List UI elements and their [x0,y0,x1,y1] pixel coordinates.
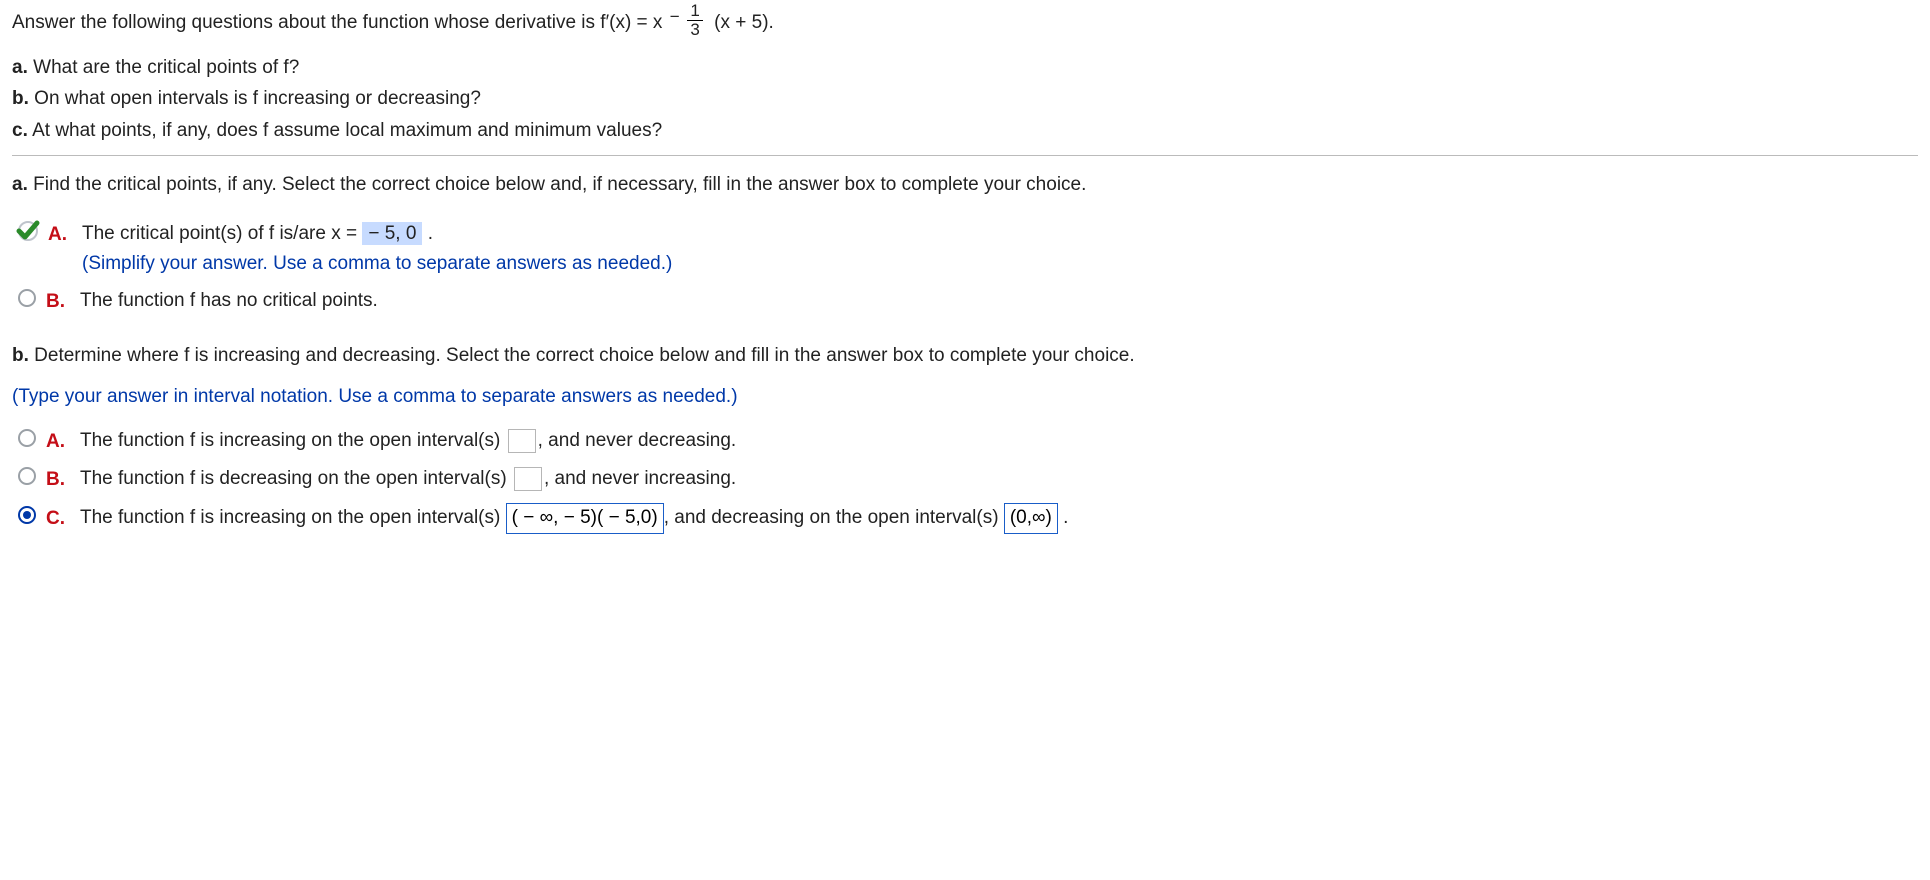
option-label: A. [48,220,72,249]
option-body: The critical point(s) of f is/are x = − … [82,219,1918,278]
part-b-note: (Type your answer in interval notation. … [12,382,1918,411]
part-b-prompt: b. Determine where f is increasing and d… [12,341,1918,370]
choice-a-B[interactable]: B. The function f has no critical points… [18,286,1918,316]
choice-b-C-post: . [1058,507,1069,528]
answer-input-blank[interactable] [514,467,542,491]
part-a-choices: A. The critical point(s) of f is/are x =… [12,219,1918,316]
radio-button[interactable] [18,289,36,307]
choice-a-A-note: (Simplify your answer. Use a comma to se… [82,249,1918,278]
sub-b-text: On what open intervals is f increasing o… [29,88,481,109]
radio-button[interactable] [18,467,36,485]
sub-b-label: b. [12,88,29,109]
sub-c-text: At what points, if any, does f assume lo… [28,120,662,141]
part-b-text: Determine where f is increasing and decr… [29,345,1135,366]
stem-text-post: (x + 5). [714,12,774,33]
sub-a-text: What are the critical points of f? [28,57,299,78]
stem-text-pre: Answer the following questions about the… [12,12,662,33]
choice-b-B[interactable]: B. The function f is decreasing on the o… [18,464,1918,494]
exponent: − 1 3 [668,8,709,51]
part-b-choices: A. The function f is increasing on the o… [12,426,1918,534]
choice-b-A[interactable]: A. The function f is increasing on the o… [18,426,1918,456]
part-b-label: b. [12,345,29,366]
option-body: The function f is increasing on the open… [80,426,1918,455]
choice-a-A-pre: The critical point(s) of f is/are x = [82,223,362,244]
radio-correct-icon[interactable] [18,221,38,241]
checkmark-icon [15,218,41,244]
option-label: B. [46,287,70,316]
divider [12,155,1918,156]
option-label: B. [46,465,70,494]
exponent-num: 1 [687,2,702,20]
choice-b-A-post: , and never decreasing. [538,430,737,451]
part-a-label: a. [12,174,28,195]
option-label: C. [46,504,70,533]
question-stem: Answer the following questions about the… [12,8,1918,145]
sub-a-label: a. [12,57,28,78]
choice-b-B-post: , and never increasing. [544,468,736,489]
part-a-prompt: a. Find the critical points, if any. Sel… [12,170,1918,199]
radio-button[interactable] [18,429,36,447]
sub-question-b: b. On what open intervals is f increasin… [12,84,1918,113]
sub-question-c: c. At what points, if any, does f assume… [12,116,1918,145]
radio-button-selected[interactable] [18,506,36,524]
answer-input-decreasing[interactable]: (0,∞) [1004,503,1058,535]
option-label: A. [46,427,70,456]
choice-b-B-pre: The function f is decreasing on the open… [80,468,512,489]
option-body: The function f is increasing on the open… [80,503,1918,535]
answer-input-increasing[interactable]: ( − ∞, − 5)( − 5,0) [506,503,664,535]
exponent-den: 3 [687,20,702,39]
choice-b-C-pre: The function f is increasing on the open… [80,507,506,528]
answer-value-a[interactable]: − 5, 0 [362,222,422,245]
exponent-minus: − [670,8,680,26]
part-a-text: Find the critical points, if any. Select… [28,174,1087,195]
choice-b-C[interactable]: C. The function f is increasing on the o… [18,503,1918,535]
option-body: The function f has no critical points. [80,286,1918,315]
stem-line1: Answer the following questions about the… [12,12,774,33]
choice-a-A-post: . [422,223,433,244]
answer-input-blank[interactable] [508,429,536,453]
sub-c-label: c. [12,120,28,141]
sub-question-a: a. What are the critical points of f? [12,53,1918,82]
choice-b-C-mid: , and decreasing on the open interval(s) [664,507,1004,528]
option-body: The function f is decreasing on the open… [80,464,1918,493]
choice-b-A-pre: The function f is increasing on the open… [80,430,506,451]
choice-a-A[interactable]: A. The critical point(s) of f is/are x =… [18,219,1918,278]
